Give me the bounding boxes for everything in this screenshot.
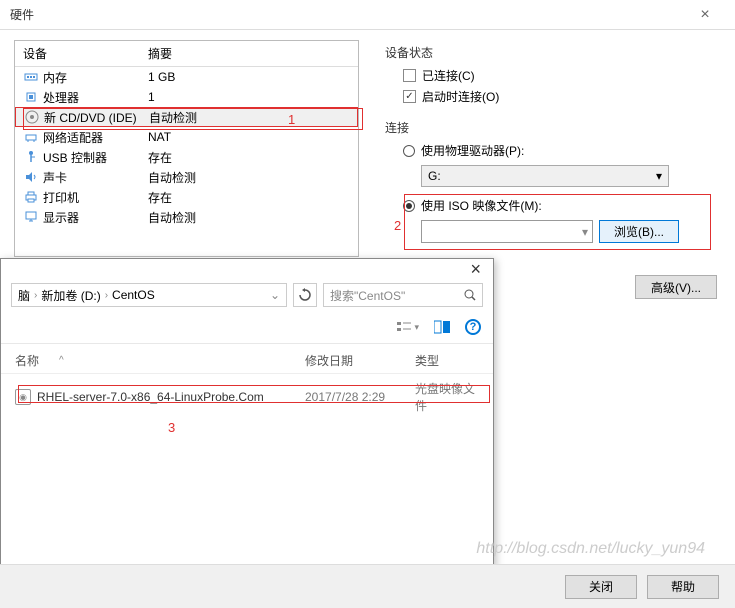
- physical-drive-radio[interactable]: 使用物理驱动器(P):: [403, 142, 715, 159]
- title-bar: 硬件 ×: [0, 0, 735, 30]
- device-summary: 1 GB: [148, 70, 350, 84]
- callout-3: 3: [168, 420, 175, 435]
- device-label: 显示器: [43, 209, 148, 226]
- file-browser-nav: 脑 › 新加卷 (D:) › CentOS ⌄ 搜索"CentOS": [1, 275, 493, 311]
- device-summary: 自动检测: [149, 109, 349, 126]
- device-summary: 自动检测: [148, 169, 350, 186]
- device-row-printer[interactable]: 打印机 存在: [15, 187, 358, 207]
- header-device: 设备: [23, 45, 148, 62]
- memory-icon: [23, 69, 39, 85]
- search-placeholder: 搜索"CentOS": [330, 287, 405, 304]
- drive-select[interactable]: G: ▾: [421, 165, 669, 187]
- path-segment[interactable]: 新加卷 (D:): [41, 287, 100, 304]
- chevron-down-icon: ▾: [656, 169, 662, 183]
- device-row-cd[interactable]: 新 CD/DVD (IDE) 自动检测: [15, 107, 358, 127]
- settings-panel: 设备状态 已连接(C) 启动时连接(O) 连接 使用物理驱动器(P): G: ▾: [379, 40, 721, 257]
- device-label: 新 CD/DVD (IDE): [44, 109, 149, 126]
- advanced-button[interactable]: 高级(V)...: [635, 275, 717, 299]
- path-segment[interactable]: 脑: [18, 287, 30, 304]
- watermark: http://blog.csdn.net/lucky_yun94: [476, 540, 705, 558]
- device-summary: NAT: [148, 130, 350, 144]
- file-row[interactable]: ◉ RHEL-server-7.0-x86_64-LinuxProbe.Com …: [1, 374, 493, 420]
- iso-path-input[interactable]: ▾: [421, 220, 593, 243]
- sort-indicator-icon: ^: [59, 355, 64, 366]
- help-icon[interactable]: ?: [465, 319, 481, 335]
- device-row-network[interactable]: 网络适配器 NAT: [15, 127, 358, 147]
- device-list-panel: 设备 摘要 内存 1 GB 处理器 1 新 CD/DVD (IDE) 自动检测 …: [14, 40, 359, 257]
- display-icon: [23, 209, 39, 225]
- device-label: 声卡: [43, 169, 148, 186]
- file-browser-toolbar: ▾ ?: [1, 311, 493, 344]
- dialog-buttons: 关闭 帮助: [0, 564, 735, 608]
- connected-checkbox-row[interactable]: 已连接(C): [403, 67, 715, 84]
- browse-button[interactable]: 浏览(B)...: [599, 220, 679, 243]
- header-summary: 摘要: [148, 45, 350, 62]
- radio-checked-icon: [403, 200, 415, 212]
- window-title: 硬件: [10, 6, 685, 23]
- autostart-checkbox-row[interactable]: 启动时连接(O): [403, 88, 715, 105]
- close-icon[interactable]: ×: [685, 6, 725, 24]
- close-button[interactable]: 关闭: [565, 575, 637, 599]
- refresh-button[interactable]: [293, 283, 317, 307]
- device-label: 网络适配器: [43, 129, 148, 146]
- device-summary: 1: [148, 90, 350, 104]
- file-list-header: 名称 ^ 修改日期 类型: [1, 344, 493, 374]
- main-content: 设备 摘要 内存 1 GB 处理器 1 新 CD/DVD (IDE) 自动检测 …: [0, 30, 735, 257]
- device-label: USB 控制器: [43, 149, 148, 166]
- column-header-name[interactable]: 名称 ^: [15, 352, 305, 369]
- connected-label: 已连接(C): [422, 67, 475, 84]
- device-row-memory[interactable]: 内存 1 GB: [15, 67, 358, 87]
- autostart-label: 启动时连接(O): [422, 88, 499, 105]
- device-row-usb[interactable]: USB 控制器 存在: [15, 147, 358, 167]
- sound-icon: [23, 169, 39, 185]
- column-header-date[interactable]: 修改日期: [305, 352, 415, 369]
- status-group-label: 设备状态: [385, 44, 715, 61]
- iso-label: 使用 ISO 映像文件(M):: [421, 197, 542, 214]
- column-header-type[interactable]: 类型: [415, 352, 479, 369]
- file-browser-dialog: × 脑 › 新加卷 (D:) › CentOS ⌄ 搜索"CentOS" ▾: [0, 258, 494, 568]
- device-row-cpu[interactable]: 处理器 1: [15, 87, 358, 107]
- path-segment[interactable]: CentOS: [112, 288, 155, 302]
- breadcrumb[interactable]: 脑 › 新加卷 (D:) › CentOS ⌄: [11, 283, 287, 307]
- device-label: 内存: [43, 69, 148, 86]
- file-name: RHEL-server-7.0-x86_64-LinuxProbe.Com: [37, 390, 305, 404]
- file-date: 2017/7/28 2:29: [305, 390, 415, 404]
- refresh-icon: [298, 288, 312, 302]
- iso-radio[interactable]: 使用 ISO 映像文件(M):: [403, 197, 715, 214]
- view-options-button[interactable]: ▾: [397, 317, 419, 337]
- search-input[interactable]: 搜索"CentOS": [323, 283, 483, 307]
- device-summary: 自动检测: [148, 209, 350, 226]
- chevron-right-icon: ›: [34, 290, 37, 301]
- device-row-sound[interactable]: 声卡 自动检测: [15, 167, 358, 187]
- usb-icon: [23, 149, 39, 165]
- device-row-display[interactable]: 显示器 自动检测: [15, 207, 358, 227]
- device-label: 处理器: [43, 89, 148, 106]
- chevron-down-icon: ▾: [582, 225, 588, 239]
- printer-icon: [23, 189, 39, 205]
- iso-file-icon: ◉: [15, 389, 31, 405]
- checkbox-checked-icon: [403, 90, 416, 103]
- chevron-down-icon[interactable]: ⌄: [270, 288, 280, 302]
- callout-1: 1: [288, 112, 295, 127]
- network-icon: [23, 129, 39, 145]
- chevron-right-icon: ›: [105, 290, 108, 301]
- device-list-header: 设备 摘要: [15, 41, 358, 67]
- cd-icon: [24, 109, 40, 125]
- device-summary: 存在: [148, 189, 350, 206]
- radio-icon: [403, 145, 415, 157]
- checkbox-icon: [403, 69, 416, 82]
- file-type: 光盘映像文件: [415, 380, 479, 414]
- help-button[interactable]: 帮助: [647, 575, 719, 599]
- preview-pane-button[interactable]: [431, 317, 453, 337]
- drive-value: G:: [428, 169, 441, 183]
- physical-drive-label: 使用物理驱动器(P):: [421, 142, 524, 159]
- close-icon[interactable]: ×: [462, 255, 489, 284]
- callout-2: 2: [394, 218, 401, 233]
- device-label: 打印机: [43, 189, 148, 206]
- device-summary: 存在: [148, 149, 350, 166]
- cpu-icon: [23, 89, 39, 105]
- search-icon: [464, 289, 476, 301]
- connection-group-label: 连接: [385, 119, 715, 136]
